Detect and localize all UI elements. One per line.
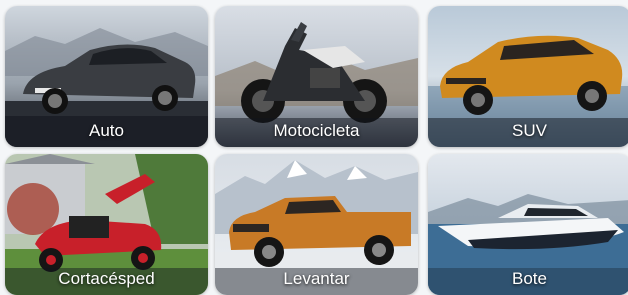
vehicle-card-label: Bote bbox=[512, 269, 547, 288]
vehicle-card-label: Motocicleta bbox=[273, 121, 360, 140]
vehicle-card-suv[interactable]: SUV bbox=[428, 6, 628, 147]
vehicle-card-auto[interactable]: Auto bbox=[5, 6, 208, 147]
vehicle-card-levantar[interactable]: Levantar bbox=[215, 154, 418, 295]
vehicle-card-motocicleta[interactable]: Motocicleta bbox=[215, 6, 418, 147]
vehicle-card-label: Levantar bbox=[283, 269, 350, 288]
vehicle-card-label: Cortacésped bbox=[58, 269, 155, 288]
vehicle-card-label: SUV bbox=[512, 121, 547, 140]
vehicle-card-cortacesped[interactable]: Cortacésped bbox=[5, 154, 208, 295]
vehicle-type-grid: Auto Motocicleta SUV Cortacésped Levanta… bbox=[0, 0, 628, 295]
vehicle-card-label: Auto bbox=[89, 121, 124, 140]
vehicle-card-bote[interactable]: Bote bbox=[428, 154, 628, 295]
